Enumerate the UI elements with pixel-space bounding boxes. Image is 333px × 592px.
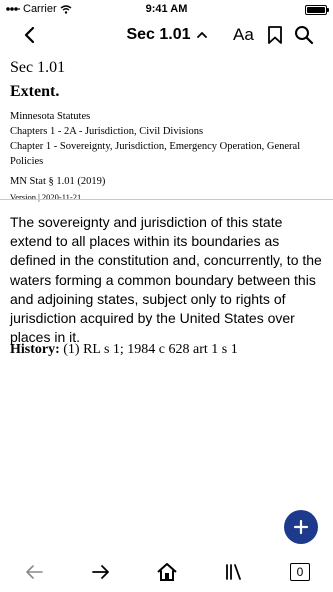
font-size-button[interactable]: Aa [233, 25, 254, 45]
library-icon [226, 564, 241, 580]
search-icon [295, 26, 314, 45]
search-button[interactable] [294, 25, 314, 50]
breadcrumb: Minnesota Statutes Chapters 1 - 2A - Jur… [10, 109, 324, 169]
tabs-button[interactable]: 0 [287, 559, 313, 585]
bookmark-icon [268, 26, 282, 44]
statute-body-text: The sovereignty and jurisdiction of this… [10, 214, 322, 346]
nav-bar: Sec 1.01 Aa [0, 20, 333, 50]
home-icon [157, 563, 177, 581]
bottom-toolbar: 0 [0, 557, 333, 587]
status-bar: Carrier 9:41 AM [0, 0, 333, 20]
next-button[interactable] [88, 559, 114, 585]
section-title-button[interactable]: Sec 1.01 [0, 26, 333, 44]
history-text: (1) RL s 1; 1984 c 628 art 1 s 1 [59, 342, 238, 357]
previous-button[interactable] [21, 559, 47, 585]
tabs-count: 0 [290, 563, 310, 581]
section-number: Sec 1.01 [10, 59, 66, 76]
arrow-left-icon [26, 565, 43, 579]
breadcrumb-chapters[interactable]: Chapters 1 - 2A - Jurisdiction, Civil Di… [10, 124, 324, 139]
plus-icon [293, 519, 309, 535]
nav-title: Sec 1.01 [126, 26, 191, 43]
section-header: Sec 1.01 Extent. Minnesota Statutes Chap… [10, 58, 324, 203]
citation: MN Stat § 1.01 (2019) [10, 176, 106, 187]
add-button[interactable] [284, 510, 318, 544]
history-line: History: (1) RL s 1; 1984 c 628 art 1 s … [10, 342, 326, 358]
arrow-right-icon [92, 565, 109, 579]
status-time: 9:41 AM [145, 3, 188, 15]
bookmark-button[interactable] [267, 25, 283, 50]
history-label: History: [10, 342, 60, 357]
section-title: Extent. [10, 83, 60, 100]
chevron-up-icon [196, 31, 207, 38]
breadcrumb-statutes[interactable]: Minnesota Statutes [10, 109, 324, 124]
home-button[interactable] [154, 559, 180, 585]
divider [0, 199, 333, 200]
battery-icon [305, 5, 329, 15]
version-label: Version | 2020-11-21 [10, 192, 82, 202]
breadcrumb-chapter[interactable]: Chapter 1 - Sovereignty, Jurisdiction, E… [10, 139, 324, 169]
library-button[interactable] [220, 559, 246, 585]
